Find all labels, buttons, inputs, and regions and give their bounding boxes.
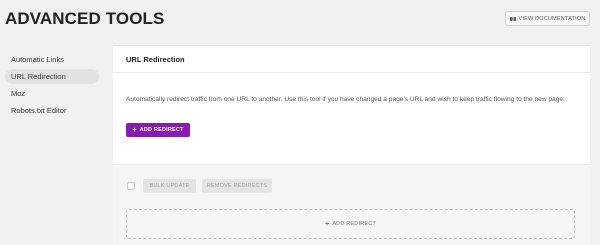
add-redirect-dashed-button[interactable]: + ADD REDIRECT: [126, 209, 575, 239]
view-documentation-label: VIEW DOCUMENTATION: [518, 15, 586, 22]
book-icon: [509, 16, 516, 21]
redirects-list-area: BULK UPDATE REMOVE REDIRECTS + ADD REDIR…: [113, 164, 590, 245]
sidebar-item-moz[interactable]: Moz: [5, 86, 99, 101]
remove-redirects-button[interactable]: REMOVE REDIRECTS: [202, 179, 272, 193]
sidebar: Automatic Links URL Redirection Moz Robo…: [5, 52, 99, 120]
sidebar-item-url-redirection[interactable]: URL Redirection: [5, 69, 99, 84]
sidebar-item-automatic-links[interactable]: Automatic Links: [5, 52, 99, 67]
view-documentation-button[interactable]: VIEW DOCUMENTATION: [505, 11, 590, 26]
add-redirect-button[interactable]: + ADD REDIRECT: [126, 123, 190, 137]
panel-description: Automatically redirect traffic from one …: [126, 96, 565, 103]
add-redirect-label: ADD REDIRECT: [139, 127, 184, 133]
plus-icon: +: [132, 126, 137, 134]
sidebar-item-robots-txt-editor[interactable]: Robots.txt Editor: [5, 103, 99, 118]
add-redirect-dashed-label: ADD REDIRECT: [332, 221, 376, 227]
select-all-checkbox[interactable]: [127, 182, 135, 190]
panel-title: URL Redirection: [113, 46, 590, 73]
bulk-update-button[interactable]: BULK UPDATE: [143, 179, 196, 193]
page-title: ADVANCED TOOLS: [5, 9, 165, 28]
url-redirection-panel: URL Redirection Automatically redirect t…: [113, 45, 590, 245]
plus-icon: +: [325, 220, 330, 228]
